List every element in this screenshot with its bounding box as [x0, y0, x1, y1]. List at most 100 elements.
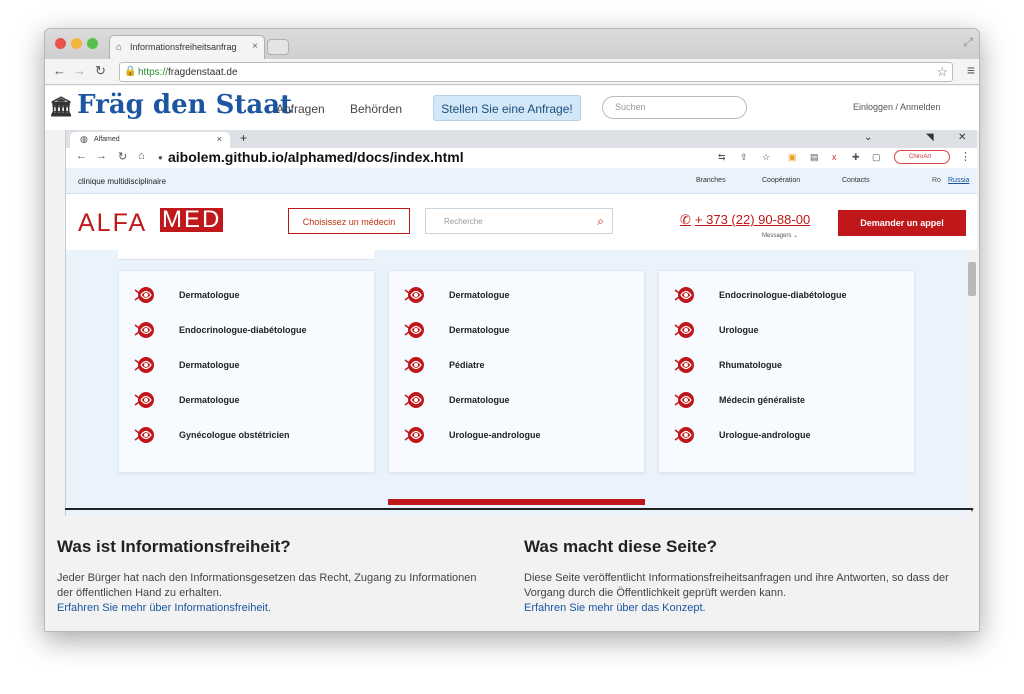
zoom-window-button[interactable]	[87, 38, 98, 49]
translate-icon[interactable]: ⇆	[718, 152, 726, 163]
specialty-icon	[403, 390, 427, 410]
outer-tab[interactable]: ⌂ Informationsfreiheitsanfrag ×	[109, 35, 265, 59]
back-icon[interactable]: ←	[53, 63, 66, 78]
request-call-button[interactable]: Demander un appel	[838, 210, 966, 236]
extension-icon[interactable]: x	[832, 152, 837, 162]
close-icon[interactable]: ×	[252, 41, 258, 52]
lang-ro[interactable]: Ro	[932, 177, 941, 184]
fullscreen-icon[interactable]: ⤢	[963, 35, 973, 50]
scrollbar[interactable]: ▼	[966, 250, 977, 516]
specialty-item[interactable]: Gynécologue obstétricien	[133, 425, 371, 447]
specialty-label: Dermatologue	[179, 290, 240, 300]
specialty-item[interactable]: Endocrinologue-diabétologue	[133, 320, 371, 342]
specialty-icon	[403, 355, 427, 375]
link-cooperation[interactable]: Coopération	[762, 177, 800, 184]
specialty-item[interactable]: Rhumatologue	[673, 355, 911, 377]
specialty-icon	[133, 355, 157, 375]
info-right-title: Was macht diese Seite?	[524, 537, 718, 556]
specialty-label: Rhumatologue	[719, 360, 782, 370]
scrollbar-thumb[interactable]	[968, 262, 976, 296]
outer-tab-title: Informationsfreiheitsanfrag	[130, 42, 237, 52]
specialty-item[interactable]: Urologue	[673, 320, 911, 342]
minimize-window-button[interactable]	[71, 38, 82, 49]
search-icon[interactable]: ⌕	[597, 214, 604, 229]
close-icon[interactable]: ✕	[958, 132, 966, 143]
specialty-icon	[403, 285, 427, 305]
fds-logo[interactable]: 🏛 Fräg den Staat	[49, 90, 292, 120]
info-left-title: Was ist Informationsfreiheit?	[57, 537, 291, 556]
outer-address-bar[interactable]: 🔒 https://fragdenstaat.de ☆	[119, 62, 953, 82]
specialty-item[interactable]: Urologue-andrologue	[673, 425, 911, 447]
embedded-screenshot: ◍ Alfamed × + ⌄ ◥ ✕ ← → ↻ ⌂ ● aibolem.gi…	[65, 130, 977, 516]
building-icon: 🏛	[49, 96, 74, 118]
active-slide-indicator	[388, 499, 645, 505]
inner-tab[interactable]: ◍ Alfamed ×	[70, 132, 230, 148]
specialty-item[interactable]: Médecin généraliste	[673, 390, 911, 412]
extension-icon[interactable]: ▣	[788, 152, 797, 163]
inner-address-bar[interactable]: aibolem.github.io/alphamed/docs/index.ht…	[168, 149, 464, 165]
building-icon: ⌂	[116, 42, 123, 53]
nav-anfragen[interactable]: Anfragen	[276, 102, 325, 116]
link-branches[interactable]: Branches	[696, 177, 726, 184]
pin-icon[interactable]: ◥	[926, 132, 934, 143]
specialty-label: Urologue-andrologue	[719, 430, 811, 440]
reload-icon[interactable]: ↻	[118, 150, 127, 163]
specialty-item[interactable]: Dermatologue	[133, 355, 371, 377]
fds-search-input[interactable]: Suchen	[602, 96, 747, 119]
specialty-label: Dermatologue	[179, 395, 240, 405]
site-tagline: clinique multidisciplinaire	[78, 177, 167, 186]
star-icon[interactable]: ☆	[762, 152, 770, 163]
menu-icon[interactable]: ≡	[967, 62, 975, 78]
url-host: fragdenstaat.de	[168, 67, 238, 78]
specialty-item[interactable]: Dermatologue	[133, 390, 371, 412]
info-left-link[interactable]: Erfahren Sie mehr über Informationsfreih…	[57, 601, 477, 616]
lang-russia[interactable]: Russia	[948, 177, 969, 184]
site-logo-med[interactable]: MED	[160, 208, 224, 232]
sidebar-icon[interactable]: ▢	[872, 152, 881, 163]
info-right-link[interactable]: Erfahren Sie mehr über das Konzept.	[524, 601, 969, 616]
new-tab-button[interactable]	[267, 39, 289, 55]
new-request-button[interactable]: Stellen Sie eine Anfrage!	[433, 95, 581, 121]
specialties-section: Dermatologue Endocrinologue-diabétologue D…	[66, 250, 966, 516]
nav-behoerden[interactable]: Behörden	[350, 102, 402, 116]
specialty-item[interactable]: Dermatologue	[403, 320, 641, 342]
forward-icon[interactable]: →	[96, 150, 107, 162]
phone-link[interactable]: ✆ + 373 (22) 90-88-00	[680, 212, 810, 228]
extension-icon[interactable]: ▤	[810, 152, 819, 163]
info-icon[interactable]: ●	[158, 153, 163, 162]
site-logo[interactable]: ALFA	[78, 209, 147, 238]
specialty-item[interactable]: Dermatologue	[403, 285, 641, 307]
specialty-item[interactable]: Dermatologue	[403, 390, 641, 412]
specialty-icon	[673, 390, 697, 410]
specialty-icon	[673, 425, 697, 445]
specialty-item[interactable]: Dermatologue	[133, 285, 371, 307]
close-window-button[interactable]	[55, 38, 66, 49]
specialty-item[interactable]: Pédiatre	[403, 355, 641, 377]
choose-doctor-button[interactable]: Choisissez un médecin	[288, 208, 410, 234]
specialty-item[interactable]: Urologue-andrologue	[403, 425, 641, 447]
specialty-item[interactable]: Endocrinologue-diabétologue	[673, 285, 911, 307]
link-contacts[interactable]: Contacts	[842, 177, 870, 184]
specialty-label: Urologue	[719, 325, 759, 335]
forward-icon[interactable]: →	[73, 63, 86, 78]
phone-number: + 373 (22) 90-88-00	[694, 212, 811, 227]
plus-icon[interactable]: +	[240, 131, 247, 145]
specialties-card: Dermatologue Endocrinologue-diabétologue D…	[118, 270, 375, 473]
puzzle-icon[interactable]: ✚	[852, 152, 860, 163]
specialty-label: Gynécologue obstétricien	[179, 430, 290, 440]
site-search-input[interactable]: Recherche ⌕	[425, 208, 613, 234]
profile-chip[interactable]: ChiroArt	[894, 150, 950, 164]
chevron-down-icon[interactable]: ⌄	[864, 132, 872, 143]
info-right: Was macht diese Seite? Diese Seite veröf…	[524, 537, 969, 616]
login-link[interactable]: Einloggen / Anmelden	[853, 102, 941, 112]
phone-icon: ✆	[680, 212, 691, 227]
back-icon[interactable]: ←	[76, 150, 87, 162]
home-icon[interactable]: ⌂	[138, 150, 145, 162]
star-icon[interactable]: ☆	[936, 64, 948, 80]
specialties-card: Endocrinologue-diabétologue Urologue Rhuma…	[658, 270, 915, 473]
messengers-dropdown[interactable]: Messagers ⌄	[762, 232, 798, 239]
close-icon[interactable]: ×	[217, 134, 222, 144]
more-icon[interactable]: ⋮	[960, 150, 971, 163]
reload-icon[interactable]: ↻	[95, 63, 106, 79]
share-icon[interactable]: ⇪	[740, 152, 748, 163]
